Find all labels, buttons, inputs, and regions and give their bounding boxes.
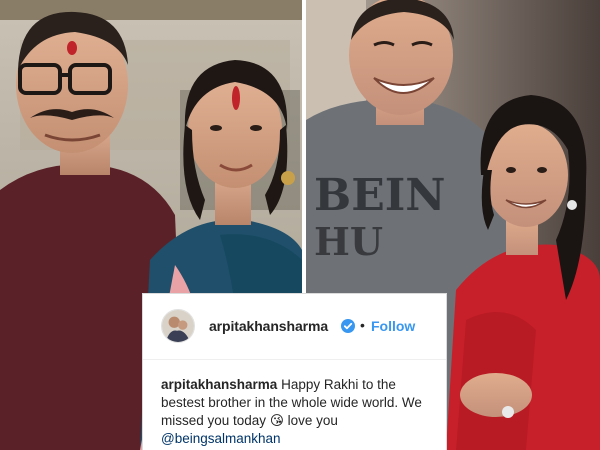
- post-header: arpitakhansharma • Follow: [143, 294, 446, 360]
- header-separator: •: [360, 317, 365, 333]
- caption-text-after: love you: [283, 413, 338, 428]
- username-link[interactable]: arpitakhansharma: [209, 318, 328, 334]
- verified-badge-icon: [341, 319, 355, 333]
- svg-text:HU: HU: [314, 219, 383, 264]
- post-caption: arpitakhansharma Happy Rakhi to the best…: [161, 376, 436, 448]
- svg-text:BEIN: BEIN: [314, 170, 446, 221]
- instagram-post-card: arpitakhansharma • Follow arpitakhanshar…: [142, 293, 447, 450]
- follow-button[interactable]: Follow: [371, 318, 415, 334]
- mention-link[interactable]: @beingsalmankhan: [161, 431, 281, 446]
- kiss-emoji-icon: 😘: [269, 413, 284, 428]
- avatar[interactable]: [161, 309, 195, 343]
- caption-author-link[interactable]: arpitakhansharma: [161, 377, 277, 392]
